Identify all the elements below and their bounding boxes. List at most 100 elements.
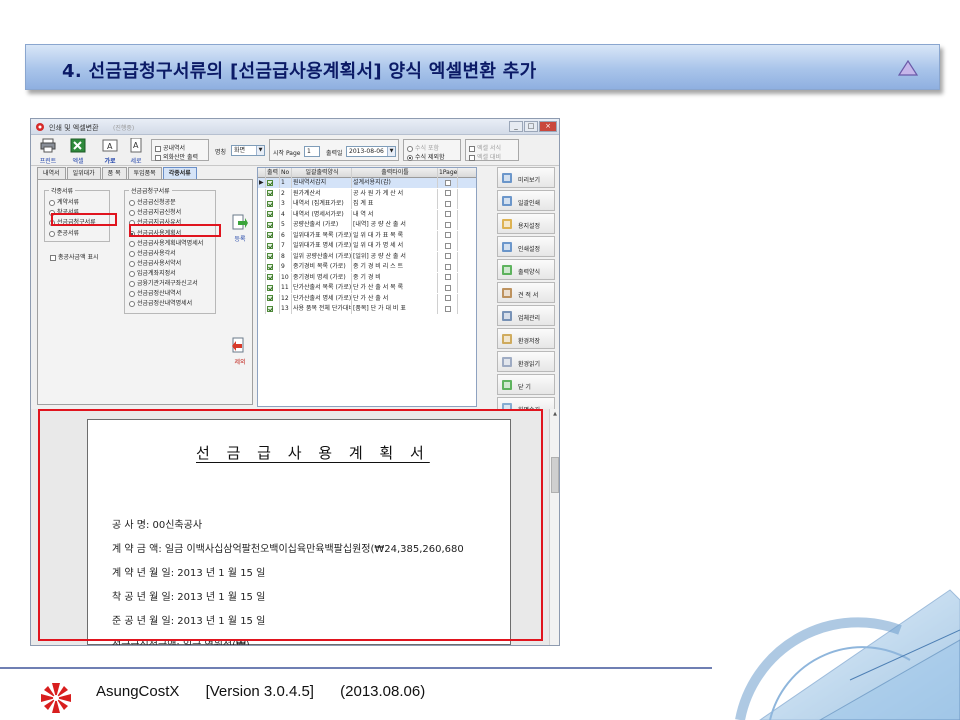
radio-advance-doc-2[interactable]: 선금급지급신청서 [129,207,181,216]
row-output-checkbox[interactable] [266,230,280,241]
radio-advance-doc-1[interactable]: 선금급신청공문 [129,197,176,206]
tab-input-items[interactable]: 투입품목 [127,167,162,179]
table-row[interactable]: 7 일위대가표 명세 (가로) 일 위 대 가 명 세 서 [258,241,476,251]
excel-format-option[interactable]: 엑셀 서식 [469,143,501,152]
row-output-checkbox[interactable] [266,220,280,230]
chevron-down-icon: ▼ [387,147,395,156]
action-label: 인쇄설정 [518,246,541,253]
footer-divider [0,667,712,669]
minimize-button[interactable]: _ [509,121,523,132]
tab-unit-price[interactable]: 일위대가 [66,167,101,179]
row-1page-checkbox[interactable] [438,220,458,230]
radio-advance-doc-6[interactable]: 선금급사용각서 [129,248,176,257]
row-1page-checkbox[interactable] [438,199,458,209]
radio-advance-doc-11[interactable]: 선금급정산내역명세서 [129,298,192,307]
tab-detail[interactable]: 내역서 [37,167,66,179]
foreign-option[interactable]: 외화산만 출력 [155,152,198,161]
action-button-1[interactable]: 일괄인쇄 [497,190,555,211]
table-row[interactable]: ▶ 1 원내역서갑지 설계서용지(갑) [258,178,476,188]
row-output-checkbox[interactable] [266,251,280,262]
start-page-stepper[interactable]: 1 [304,146,320,157]
tab-items[interactable]: 품 목 [101,167,127,179]
table-row[interactable]: 4 내역서 (명세서가로) 내 역 서 [258,209,476,220]
pattern-select[interactable]: 화면 ▼ [231,145,265,156]
radio-completion-docs[interactable]: 준공서류 [49,228,79,237]
check-icon [267,232,273,238]
row-form: 일위 공량산출서 (가로) [293,251,352,262]
table-row[interactable]: 2 원가계산서 공 사 원 가 계 산 서 [258,188,476,199]
row-1page-checkbox[interactable] [438,178,458,188]
row-no: 11 [280,283,292,293]
footer-version: [Version 3.0.4.5] [205,683,314,700]
close-button[interactable]: × [539,121,557,132]
landscape-button[interactable]: A 가로 [97,138,123,165]
action-button-9[interactable]: 닫 기 [497,374,555,395]
row-1page-checkbox[interactable] [438,272,458,283]
row-output-checkbox[interactable] [266,209,280,220]
action-button-8[interactable]: 환경읽기 [497,351,555,372]
table-row[interactable]: 10 중기경비 명세 (가로) 중 기 경 비 [258,272,476,283]
row-1page-checkbox[interactable] [438,188,458,199]
row-output-checkbox[interactable] [266,304,280,314]
row-output-checkbox[interactable] [266,188,280,199]
row-pointer [258,199,266,209]
row-1page-checkbox[interactable] [438,283,458,293]
table-row[interactable]: 9 중기경비 목록 (가로) 중 기 경 비 리 스 트 [258,262,476,272]
formula-exclude-option[interactable]: 수식 제외함 [407,152,445,161]
row-1page-checkbox[interactable] [438,230,458,241]
table-row[interactable]: 11 단가산출서 목록 (가로) 단 가 산 출 서 목 록 [258,283,476,293]
triangle-up-icon[interactable] [897,59,919,77]
radio-advance-doc-9[interactable]: 금융기관거래구좌신고서 [129,278,198,287]
external-option[interactable]: 공내역서 [155,143,185,152]
table-row[interactable]: 12 단가산출서 명세 (가로) 단 가 산 출 서 [258,293,476,304]
row-1page-checkbox[interactable] [438,304,458,314]
row-1page-checkbox[interactable] [438,209,458,220]
formula-include-option[interactable]: 수식 포함 [407,143,439,152]
table-row[interactable]: 8 일위 공량산출서 (가로) [일위] 공 량 산 출 서 [258,251,476,262]
row-output-checkbox[interactable] [266,178,280,188]
tab-documents[interactable]: 각종서류 [162,167,197,179]
table-row[interactable]: 5 공량산출서 (가로) [내역] 공 량 산 출 서 [258,220,476,230]
table-row[interactable]: 13사용 품목 전체 단가대비표[품목] 단 가 대 비 표 [258,304,476,314]
action-button-2[interactable]: 용지설정 [497,213,555,234]
scroll-up-icon[interactable]: ▲ [551,411,559,419]
window-subtitle: (진행중) [113,125,135,132]
radio-contract-docs[interactable]: 계약서류 [49,197,79,206]
print-button[interactable]: 프린트 [35,138,61,165]
row-1page-checkbox[interactable] [438,251,458,262]
row-output-checkbox[interactable] [266,272,280,283]
output-date-picker[interactable]: 2013-08-06 ▼ [346,146,396,157]
action-button-0[interactable]: 미리보기 [497,167,555,188]
row-output-checkbox[interactable] [266,262,280,272]
row-output-checkbox[interactable] [266,199,280,209]
action-button-5[interactable]: 견 적 서 [497,282,555,303]
action-button-4[interactable]: 출력양식 [497,259,555,280]
row-output-checkbox[interactable] [266,283,280,293]
excel-button[interactable]: 엑셀 [65,138,91,165]
row-pointer [258,188,266,199]
register-button[interactable]: 등록 [229,214,251,243]
excel-contrast-option[interactable]: 엑셀 대비 [469,152,501,161]
radio-advance-doc-7[interactable]: 선금급사용서약서 [129,258,181,267]
radio-advance-doc-5[interactable]: 선금급사용계획내역명세서 [129,238,203,247]
scroll-thumb[interactable] [551,457,559,493]
action-button-7[interactable]: 환경저장 [497,328,555,349]
maximize-button[interactable]: □ [524,121,538,132]
row-output-checkbox[interactable] [266,293,280,304]
action-button-6[interactable]: 업체관리 [497,305,555,326]
radio-advance-doc-10[interactable]: 선금급정산내역서 [129,288,181,297]
action-button-3[interactable]: 인쇄설정 [497,236,555,257]
row-pointer [258,293,266,304]
check-icon [267,179,273,186]
remove-button[interactable]: 제외 [229,337,251,366]
row-output-checkbox[interactable] [266,241,280,251]
radio-advance-doc-8[interactable]: 입금계좌지정서 [129,268,176,277]
portrait-button[interactable]: A 세로 [123,137,149,165]
table-row[interactable]: 3 내역서 (집계표가로) 집 계 표 [258,199,476,209]
row-1page-checkbox[interactable] [438,241,458,251]
row-1page-checkbox[interactable] [438,262,458,272]
preview-scrollbar[interactable]: ▲ [549,409,559,645]
table-row[interactable]: 6 일위대가표 목록 (가로) 일 위 대 가 표 목 록 [258,230,476,241]
total-amount-checkbox[interactable]: 총공사금액 표시 [50,252,99,261]
row-1page-checkbox[interactable] [438,293,458,304]
